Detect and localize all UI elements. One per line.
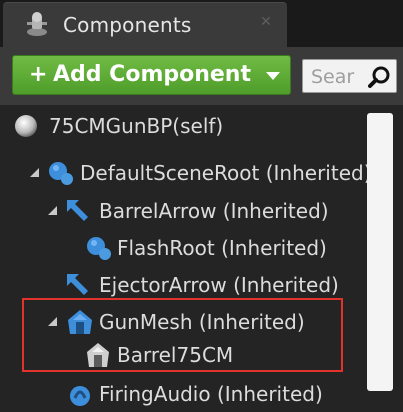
tab-title: Components xyxy=(63,13,192,37)
tree-item-label: BarrelArrow (Inherited) xyxy=(99,199,329,223)
components-panel: Components ✕ + Add Component Sear 75CMGu… xyxy=(0,0,403,412)
close-icon[interactable]: ✕ xyxy=(259,15,273,29)
scene-root-icon xyxy=(87,237,111,260)
search-placeholder: Sear xyxy=(311,66,355,88)
audio-icon xyxy=(70,386,90,406)
add-component-button[interactable]: + Add Component xyxy=(12,55,291,95)
chevron-down-icon xyxy=(266,72,280,80)
tree-item-firingaudio[interactable]: FiringAudio (Inherited) xyxy=(0,376,360,412)
tree-item-self[interactable]: 75CMGunBP(self) xyxy=(0,108,360,145)
search-icon[interactable] xyxy=(368,65,392,89)
expand-arrow-icon[interactable] xyxy=(48,206,57,215)
search-input[interactable]: Sear xyxy=(302,59,397,93)
scene-root-icon xyxy=(49,162,73,185)
toolbar: + Add Component Sear xyxy=(0,47,403,105)
highlight-box xyxy=(22,298,343,372)
tab-bar: Components ✕ xyxy=(0,0,403,47)
tree-item-label: DefaultSceneRoot (Inherited) xyxy=(80,161,372,185)
tree-item-label: FiringAudio (Inherited) xyxy=(99,382,323,406)
expand-arrow-icon[interactable] xyxy=(30,168,39,177)
tree-item-barrelarrow[interactable]: BarrelArrow (Inherited) xyxy=(0,193,360,230)
arrow-component-icon xyxy=(67,200,88,221)
add-component-label: Add Component xyxy=(53,62,251,87)
tab-components[interactable]: Components ✕ xyxy=(3,2,287,47)
tree-item-label: FlashRoot (Inherited) xyxy=(117,236,327,260)
scrollbar[interactable] xyxy=(367,113,393,391)
tree-item-label: 75CMGunBP(self) xyxy=(49,114,224,138)
tree-item-flashroot[interactable]: FlashRoot (Inherited) xyxy=(0,230,360,267)
component-tree: 75CMGunBP(self) DefaultSceneRoot (Inheri… xyxy=(0,105,403,412)
tree-item-defaultsceneroot[interactable]: DefaultSceneRoot (Inherited) xyxy=(0,155,372,192)
tree-item-label: EjectorArrow (Inherited) xyxy=(99,273,339,297)
components-icon xyxy=(27,12,47,36)
plus-icon: + xyxy=(29,62,48,87)
sphere-icon xyxy=(15,115,37,137)
arrow-component-icon xyxy=(67,274,88,295)
